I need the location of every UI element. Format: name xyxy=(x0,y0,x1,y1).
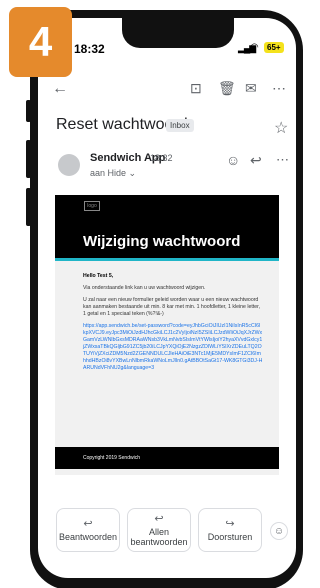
archive-icon[interactable]: ⊡ xyxy=(190,80,202,97)
sender-avatar[interactable] xyxy=(58,154,80,176)
email-greeting: Hello Test 5, xyxy=(83,273,114,279)
message-more-icon[interactable]: ⋯ xyxy=(276,152,289,168)
recipient-toggle[interactable]: aan Hide ⌄ xyxy=(90,168,136,179)
star-icon[interactable]: ☆ xyxy=(274,118,288,138)
reply-all-button[interactable]: ↩ Allen beantwoorden xyxy=(127,508,191,552)
brand-logo: logo xyxy=(84,201,100,211)
email-body: Hello Test 5, Via onderstaande link kan … xyxy=(83,273,263,377)
email-toolbar: ← ⊡ 🗑 ✉ ⋯ xyxy=(38,76,296,106)
forward-icon: ↪ xyxy=(225,518,235,530)
camera-notch xyxy=(122,18,234,48)
reply-button[interactable]: ↩ Beantwoorden xyxy=(56,508,120,552)
email-footer: Copyright 2019 Sendwich xyxy=(55,447,279,469)
sender-row: Sendwich App 18:32 aan Hide ⌄ ☺ ↩ ⋯ xyxy=(38,148,296,188)
trash-icon[interactable]: 🗑 xyxy=(218,80,236,97)
email-content: logo Wijziging wachtwoord Hello Test 5, … xyxy=(55,195,279,475)
forward-label: Doorsturen xyxy=(207,532,253,542)
reply-label: Beantwoorden xyxy=(58,532,118,542)
inbox-label-chip[interactable]: Inbox xyxy=(166,119,194,132)
email-paragraph-requirements: U zal naar een nieuw formulier geleid wo… xyxy=(83,297,261,317)
battery-indicator: 65+ xyxy=(264,42,284,53)
copyright-text: Copyright 2019 Sendwich xyxy=(83,455,140,461)
reply-all-label: Allen beantwoorden xyxy=(130,527,188,547)
reply-all-icon: ↩ xyxy=(154,513,164,525)
emoji-reaction-icon[interactable]: ☺ xyxy=(226,152,240,168)
volume-up-button xyxy=(26,140,31,178)
forward-button[interactable]: ↪ Doorsturen xyxy=(198,508,262,552)
reset-password-link[interactable]: https://app.sendwich.be/set-password?cod… xyxy=(83,323,263,372)
sent-time: 18:32 xyxy=(150,153,173,163)
volume-down-button xyxy=(26,188,31,226)
email-heading: Wijziging wachtwoord xyxy=(83,233,241,250)
status-bar: 18:32 ▂▄▆ ◠ 65+ xyxy=(38,18,296,56)
reply-icon: ↩ xyxy=(83,518,93,530)
mute-switch xyxy=(26,100,31,122)
email-paragraph-intro: Via onderstaande link kan u uw wachtwoor… xyxy=(83,285,206,291)
reply-icon[interactable]: ↩ xyxy=(250,152,262,169)
back-arrow-icon[interactable]: ← xyxy=(52,80,68,98)
step-number-badge: 4 xyxy=(9,7,72,77)
phone-screen: 18:32 ▂▄▆ ◠ 65+ ← ⊡ 🗑 ✉ ⋯ Reset wachtwoo… xyxy=(38,18,296,578)
wifi-icon: ◠ xyxy=(250,42,259,53)
action-buttons-row: ↩ Beantwoorden ↩ Allen beantwoorden ↪ Do… xyxy=(38,508,296,554)
email-header-banner: logo Wijziging wachtwoord xyxy=(55,195,279,261)
more-options-icon[interactable]: ⋯ xyxy=(272,80,286,97)
mark-unread-icon[interactable]: ✉ xyxy=(245,80,257,97)
status-time: 18:32 xyxy=(74,42,105,56)
emoji-react-icon[interactable]: ☺ xyxy=(270,522,288,540)
